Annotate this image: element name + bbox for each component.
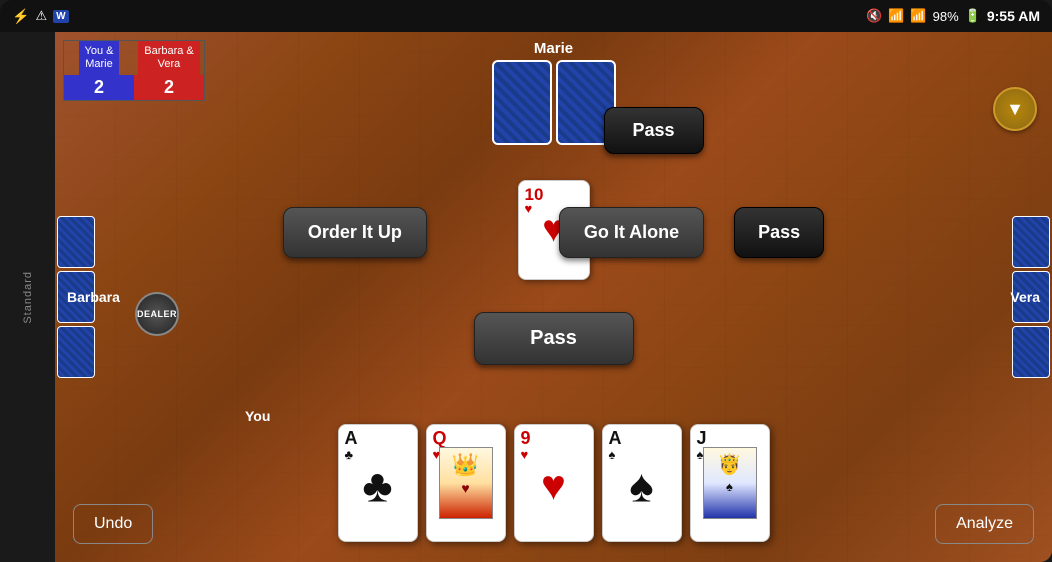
team2-score: Barbara & Vera 2 bbox=[134, 41, 204, 100]
battery-percent: 98% bbox=[933, 9, 959, 24]
undo-button[interactable]: Undo bbox=[73, 504, 153, 544]
status-right: 🔇 📶 📶 98% 🔋 9:55 AM bbox=[866, 8, 1040, 24]
team1-name: You & Marie bbox=[79, 41, 120, 75]
hand-card-ace-clubs[interactable]: A ♣ ♣ bbox=[338, 424, 418, 542]
queen-face: 👑 ♥ bbox=[439, 447, 493, 519]
status-left: ⚡ ⚠ W bbox=[12, 8, 69, 25]
top-cards bbox=[492, 60, 616, 145]
game-area: You & Marie 2 Barbara & Vera 2 ▼ Marie P… bbox=[55, 32, 1052, 562]
mute-icon: 🔇 bbox=[866, 8, 882, 24]
pass-center-area: Pass bbox=[474, 312, 634, 365]
left-card-3 bbox=[57, 326, 95, 378]
card-back-1 bbox=[492, 60, 552, 145]
jack-face: 🤴 ♠ bbox=[703, 447, 757, 519]
dealer-label: DEALER bbox=[137, 309, 177, 319]
hand-card-queen-hearts[interactable]: Q ♥ 👑 ♥ bbox=[426, 424, 506, 542]
status-bar: ⚡ ⚠ W 🔇 📶 📶 98% 🔋 9:55 AM bbox=[0, 0, 1052, 32]
pass-right-button[interactable]: Pass bbox=[734, 207, 824, 258]
hand-card-jack-spades[interactable]: J ♠ 🤴 ♠ bbox=[690, 424, 770, 542]
settings-button[interactable]: ▼ bbox=[993, 87, 1037, 131]
warning-icon: ⚠ bbox=[35, 8, 47, 24]
analyze-button[interactable]: Analyze bbox=[935, 504, 1034, 544]
signal-icon: 📶 bbox=[910, 8, 926, 24]
team1-value: 2 bbox=[64, 75, 134, 100]
action-buttons-row: Order It Up Go It Alone Pass bbox=[55, 207, 1052, 258]
clock: 9:55 AM bbox=[987, 8, 1040, 24]
phone-frame: ⚡ ⚠ W 🔇 📶 📶 98% 🔋 9:55 AM Standard You &… bbox=[0, 0, 1052, 562]
standard-label: Standard bbox=[22, 271, 34, 324]
player-you-label: You bbox=[245, 408, 270, 424]
player-vera-label: Vera bbox=[1010, 289, 1040, 305]
go-it-alone-button[interactable]: Go It Alone bbox=[559, 207, 704, 258]
player-marie-label: Marie bbox=[534, 40, 573, 57]
chevron-down-icon: ▼ bbox=[1006, 99, 1024, 120]
team1-score: You & Marie 2 bbox=[64, 41, 134, 100]
team2-value: 2 bbox=[134, 75, 204, 100]
left-panel: Standard bbox=[0, 32, 55, 562]
marie-pass-button[interactable]: Pass bbox=[603, 107, 703, 154]
player-barbara-label: Barbara bbox=[67, 289, 120, 305]
marie-pass-area: Pass bbox=[603, 107, 703, 154]
pass-center-button[interactable]: Pass bbox=[474, 312, 634, 365]
hand-card-9-hearts[interactable]: 9 ♥ ♥ bbox=[514, 424, 594, 542]
battery-icon: 🔋 bbox=[965, 8, 981, 24]
usb-icon: ⚡ bbox=[12, 8, 29, 25]
dealer-badge: DEALER bbox=[135, 292, 179, 336]
scoreboard: You & Marie 2 Barbara & Vera 2 bbox=[63, 40, 205, 101]
hand-cards: A ♣ ♣ Q ♥ 👑 ♥ 9 ♥ ♥ A ♠ bbox=[338, 424, 770, 542]
order-it-up-button[interactable]: Order It Up bbox=[283, 207, 427, 258]
right-card-3 bbox=[1012, 326, 1050, 378]
team2-name: Barbara & Vera bbox=[138, 41, 200, 75]
wifi-icon: 📶 bbox=[888, 8, 904, 24]
hand-card-ace-spades[interactable]: A ♠ ♠ bbox=[602, 424, 682, 542]
word-icon: W bbox=[53, 10, 68, 23]
